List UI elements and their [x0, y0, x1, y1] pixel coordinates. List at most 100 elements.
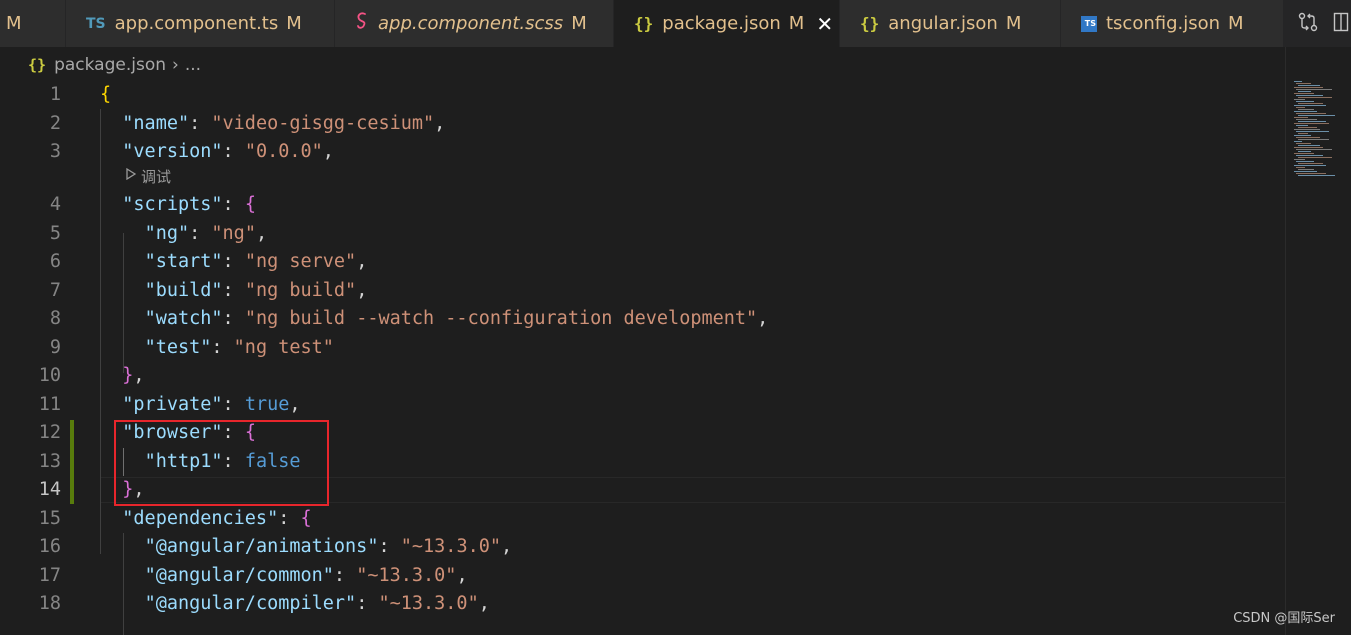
code-line[interactable]: 12 "browser": {	[0, 419, 1285, 447]
line-number: 4	[49, 194, 61, 215]
line-number: 16	[38, 536, 61, 557]
code-line[interactable]: 16 "@angular/animations": "~13.3.0",	[0, 533, 1285, 561]
json-file-icon: {}	[634, 14, 654, 33]
code-line[interactable]: 11 "private": true,	[0, 391, 1285, 419]
tab-angular-json[interactable]: {} angular.json M	[840, 0, 1061, 47]
minimap-line	[1298, 133, 1308, 134]
line-number: 7	[49, 280, 61, 301]
tab-label: app.component.ts	[114, 13, 279, 34]
code-line[interactable]: 7 "build": "ng build",	[0, 277, 1285, 305]
code-token: "build"	[144, 280, 223, 301]
play-icon	[126, 166, 137, 188]
minimap-line	[1296, 131, 1329, 132]
line-number: 9	[49, 337, 61, 358]
code-token: "test"	[144, 337, 212, 358]
minimap-line	[1296, 167, 1305, 168]
code-token: ,	[133, 479, 145, 500]
minimap-line	[1298, 145, 1320, 146]
minimap-line	[1298, 121, 1326, 122]
tab-modified-indicator: M	[6, 13, 22, 34]
code-token: {	[244, 422, 256, 443]
code-line[interactable]: 3 "version": "0.0.0",	[0, 138, 1285, 166]
minimap-line	[1294, 171, 1317, 172]
code-text: "test": "ng test"	[100, 334, 334, 362]
code-line[interactable]: 10 },	[0, 362, 1285, 390]
code-token: "name"	[122, 113, 190, 134]
code-editor[interactable]: 调试 1{2 "name": "video-gisgg-cesium", 3 "v…	[0, 81, 1351, 635]
line-number: 14	[38, 479, 61, 500]
code-token: "video-gisgg-cesium"	[211, 113, 435, 134]
tab-app-component-ts[interactable]: TS app.component.ts M	[66, 0, 335, 47]
minimap-line	[1296, 161, 1314, 162]
code-line[interactable]: 9 "test": "ng test"	[0, 334, 1285, 362]
code-token: }	[122, 365, 134, 386]
minimap-line	[1298, 103, 1323, 104]
code-token: {	[100, 84, 112, 105]
scrollbar-track[interactable]	[1285, 47, 1286, 635]
minimap-line	[1294, 141, 1302, 142]
line-number: 2	[49, 113, 61, 134]
code-line[interactable]: 14 },	[0, 476, 1285, 504]
code-token: "~13.3.0"	[400, 536, 501, 557]
minimap-line	[1296, 107, 1305, 108]
code-text: "dependencies": {	[100, 505, 311, 533]
code-token: "watch"	[144, 308, 223, 329]
line-number: 15	[38, 508, 61, 529]
tab-label: tsconfig.json	[1106, 13, 1221, 34]
minimap[interactable]	[1288, 81, 1342, 181]
code-token: }	[122, 479, 134, 500]
breadcrumb-file[interactable]: package.json	[54, 55, 166, 75]
minimap-line	[1296, 119, 1317, 120]
minimap-line	[1296, 101, 1314, 102]
code-token: ,	[356, 280, 368, 301]
tab-hidden-file[interactable]: M	[0, 0, 66, 47]
code-token: false	[244, 451, 301, 472]
watermark: CSDN @国际Ser	[1233, 611, 1335, 626]
minimap-line	[1298, 97, 1332, 98]
compare-changes-icon[interactable]	[1297, 11, 1319, 37]
code-line[interactable]: 18 "@angular/compiler": "~13.3.0",	[0, 590, 1285, 618]
code-token: :	[222, 422, 245, 443]
breadcrumb-separator: ›	[172, 55, 179, 75]
code-token: "http1"	[144, 451, 223, 472]
typescript-file-icon: TS	[86, 15, 106, 32]
tab-package-json[interactable]: {} package.json M ✕	[614, 0, 840, 47]
code-token: :	[222, 251, 245, 272]
code-line[interactable]: 1{	[0, 81, 1285, 109]
tab-tsconfig-json[interactable]: TS tsconfig.json M	[1061, 0, 1284, 47]
breadcrumb-more[interactable]: ...	[185, 55, 201, 75]
code-token: "ng"	[211, 223, 256, 244]
code-line[interactable]: 17 "@angular/common": "~13.3.0",	[0, 562, 1285, 590]
code-line[interactable]: 2 "name": "video-gisgg-cesium",	[0, 110, 1285, 138]
minimap-line	[1298, 157, 1332, 158]
code-line[interactable]: 8 "watch": "ng build --watch --configura…	[0, 305, 1285, 333]
debug-codelens[interactable]: 调试	[126, 166, 171, 188]
code-line[interactable]: 15 "dependencies": {	[0, 505, 1285, 533]
code-token: "ng serve"	[244, 251, 357, 272]
close-icon[interactable]: ✕	[816, 12, 833, 36]
code-token: "private"	[122, 394, 223, 415]
editor-actions	[1283, 0, 1351, 47]
code-token: "~13.3.0"	[378, 593, 479, 614]
code-line[interactable]: 13 "http1": false	[0, 448, 1285, 476]
minimap-line	[1294, 117, 1308, 118]
json-file-icon: {}	[860, 14, 880, 33]
line-number: 11	[38, 394, 61, 415]
minimap-line	[1294, 99, 1305, 100]
code-text: "ng": "ng",	[100, 220, 268, 248]
minimap-line	[1298, 109, 1314, 110]
minimap-line	[1298, 85, 1320, 86]
tab-label: package.json	[662, 13, 781, 34]
code-line[interactable]: 4 "scripts": {	[0, 191, 1285, 219]
code-token: "browser"	[122, 422, 223, 443]
minimap-line	[1298, 127, 1317, 128]
minimap-line	[1298, 169, 1314, 170]
tab-label: angular.json	[888, 13, 998, 34]
tab-modified-indicator: M	[571, 13, 587, 34]
code-line[interactable]: 6 "start": "ng serve",	[0, 248, 1285, 276]
tab-app-component-scss[interactable]: app.component.scss M	[335, 0, 614, 47]
split-editor-icon[interactable]	[1333, 11, 1349, 37]
minimap-line	[1294, 165, 1326, 166]
minimap-line	[1296, 95, 1323, 96]
code-line[interactable]: 5 "ng": "ng",	[0, 220, 1285, 248]
